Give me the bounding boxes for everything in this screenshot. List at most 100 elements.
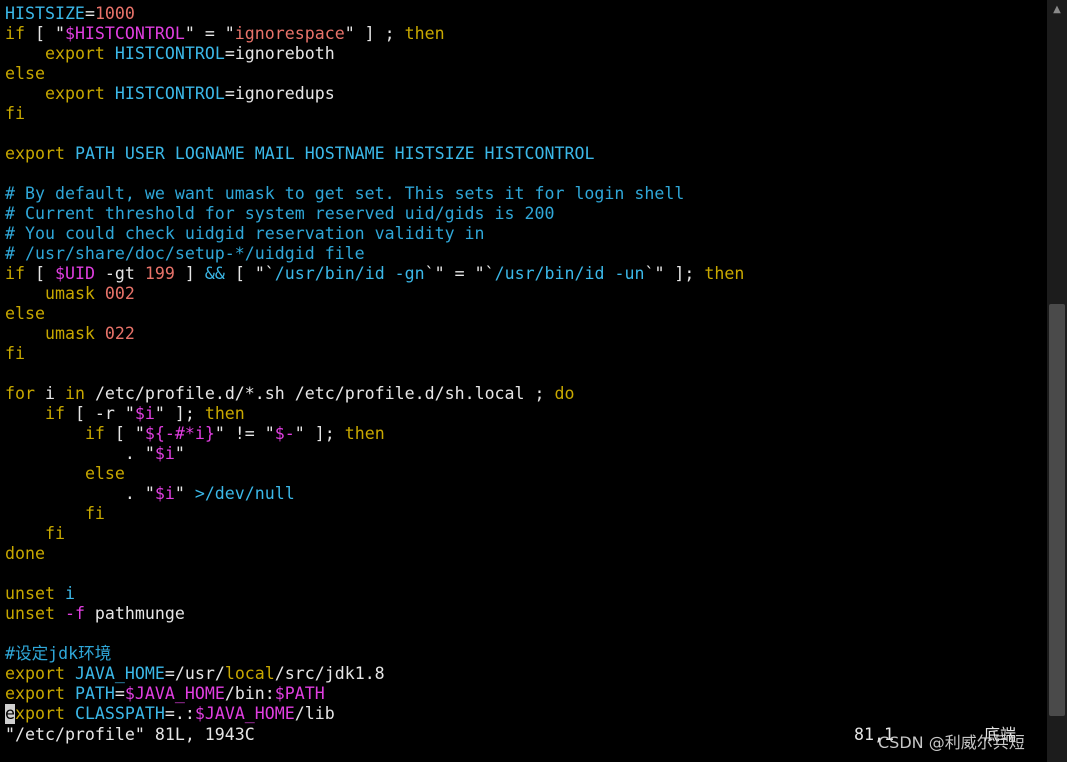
code-line[interactable]: [5, 164, 1045, 184]
code-line[interactable]: else: [5, 64, 1045, 84]
code-token: " ];: [154, 404, 205, 423]
code-token: PATH USER LOGNAME MAIL HOSTNAME HISTSIZE…: [74, 144, 595, 163]
code-token: [ "`: [224, 264, 275, 283]
scrollbar-thumb[interactable]: [1049, 304, 1065, 716]
code-token: export: [5, 664, 65, 683]
text-editor-area[interactable]: HISTSIZE=1000 if [ "$HISTCONTROL" = "igno…: [5, 4, 1045, 724]
code-token: ignorespace: [234, 24, 345, 43]
code-token: ": [174, 484, 195, 503]
code-token: then: [204, 404, 245, 423]
code-line[interactable]: # /usr/share/doc/setup-*/uidgid file: [5, 244, 1045, 264]
code-token: export: [5, 684, 65, 703]
code-token: =.:: [164, 704, 195, 723]
code-token: /src/jdk1.8: [274, 664, 385, 683]
code-token: local: [224, 664, 275, 683]
code-line[interactable]: # Current threshold for system reserved …: [5, 204, 1045, 224]
code-token: " != ": [214, 424, 275, 443]
code-token: PATH: [74, 684, 115, 703]
code-line[interactable]: else: [5, 304, 1045, 324]
code-token: `" = "`: [424, 264, 495, 283]
code-token: /usr/bin/id -gn: [274, 264, 425, 283]
code-line[interactable]: # You could check uidgid reservation val…: [5, 224, 1045, 244]
code-token: " = ": [184, 24, 235, 43]
code-line[interactable]: export CLASSPATH=.:$JAVA_HOME/lib: [5, 704, 1045, 724]
code-line[interactable]: if [ "$HISTCONTROL" = "ignorespace" ] ; …: [5, 24, 1045, 44]
code-token: fi: [5, 104, 25, 123]
code-line[interactable]: unset i: [5, 584, 1045, 604]
code-line[interactable]: . "$i": [5, 444, 1045, 464]
code-token: #设定jdk环境: [5, 644, 112, 663]
code-token: else: [84, 464, 125, 483]
code-token: 002: [104, 284, 135, 303]
code-token: unset: [5, 584, 55, 603]
code-line[interactable]: [5, 124, 1045, 144]
code-token: $i: [154, 484, 175, 503]
code-line[interactable]: done: [5, 544, 1045, 564]
code-line[interactable]: export HISTCONTROL=ignoreboth: [5, 44, 1045, 64]
code-token: &&: [204, 264, 225, 283]
code-token: i: [64, 584, 75, 603]
code-line[interactable]: if [ $UID -gt 199 ] && [ "`/usr/bin/id -…: [5, 264, 1045, 284]
code-line[interactable]: HISTSIZE=1000: [5, 4, 1045, 24]
code-token: [ -r ": [64, 404, 135, 423]
code-line[interactable]: fi: [5, 104, 1045, 124]
code-token: /lib: [294, 704, 335, 723]
code-token: /etc/profile.d/*.sh /etc/profile.d/sh.lo…: [84, 384, 555, 403]
code-token: # /usr/share/doc/setup-*/uidgid file: [5, 244, 365, 263]
code-token: export: [44, 44, 105, 63]
code-line[interactable]: fi: [5, 344, 1045, 364]
code-line[interactable]: else: [5, 464, 1045, 484]
code-token: $i: [154, 444, 175, 463]
scroll-up-arrow-icon[interactable]: ▲: [1052, 5, 1062, 15]
code-token: do: [554, 384, 575, 403]
vertical-scrollbar[interactable]: ▲: [1047, 0, 1067, 762]
code-token: $i: [134, 404, 155, 423]
code-token: =: [84, 4, 95, 23]
code-line[interactable]: #设定jdk环境: [5, 644, 1045, 664]
code-token: if: [44, 404, 65, 423]
code-line[interactable]: for i in /etc/profile.d/*.sh /etc/profil…: [5, 384, 1045, 404]
code-token: $PATH: [274, 684, 325, 703]
code-line[interactable]: umask 002: [5, 284, 1045, 304]
code-line[interactable]: # By default, we want umask to get set. …: [5, 184, 1045, 204]
code-token: HISTCONTROL: [114, 44, 225, 63]
code-line[interactable]: [5, 564, 1045, 584]
code-token: export: [5, 144, 65, 163]
code-line[interactable]: [5, 364, 1045, 384]
code-token: then: [404, 24, 445, 43]
code-line[interactable]: fi: [5, 504, 1045, 524]
code-line[interactable]: export JAVA_HOME=/usr/local/src/jdk1.8: [5, 664, 1045, 684]
code-token: else: [5, 304, 45, 323]
code-token: " ] ;: [344, 24, 405, 43]
code-line[interactable]: if [ -r "$i" ]; then: [5, 404, 1045, 424]
code-line[interactable]: if [ "${-#*i}" != "$-" ]; then: [5, 424, 1045, 444]
code-line[interactable]: [5, 624, 1045, 644]
code-token: >/dev/null: [194, 484, 295, 503]
code-line[interactable]: fi: [5, 524, 1045, 544]
code-line[interactable]: export PATH USER LOGNAME MAIL HOSTNAME H…: [5, 144, 1045, 164]
code-token: if: [5, 264, 25, 283]
code-token: ${-#*i}: [144, 424, 215, 443]
code-token: # You could check uidgid reservation val…: [5, 224, 485, 243]
code-token: in: [64, 384, 85, 403]
code-line[interactable]: export HISTCONTROL=ignoredups: [5, 84, 1045, 104]
code-token: ]: [174, 264, 205, 283]
code-line[interactable]: export PATH=$JAVA_HOME/bin:$PATH: [5, 684, 1045, 704]
code-line[interactable]: . "$i" >/dev/null: [5, 484, 1045, 504]
code-line[interactable]: umask 022: [5, 324, 1045, 344]
code-token: pathmunge: [84, 604, 185, 623]
code-line[interactable]: unset -f pathmunge: [5, 604, 1045, 624]
code-token: fi: [44, 524, 65, 543]
code-token: xport: [15, 704, 65, 723]
